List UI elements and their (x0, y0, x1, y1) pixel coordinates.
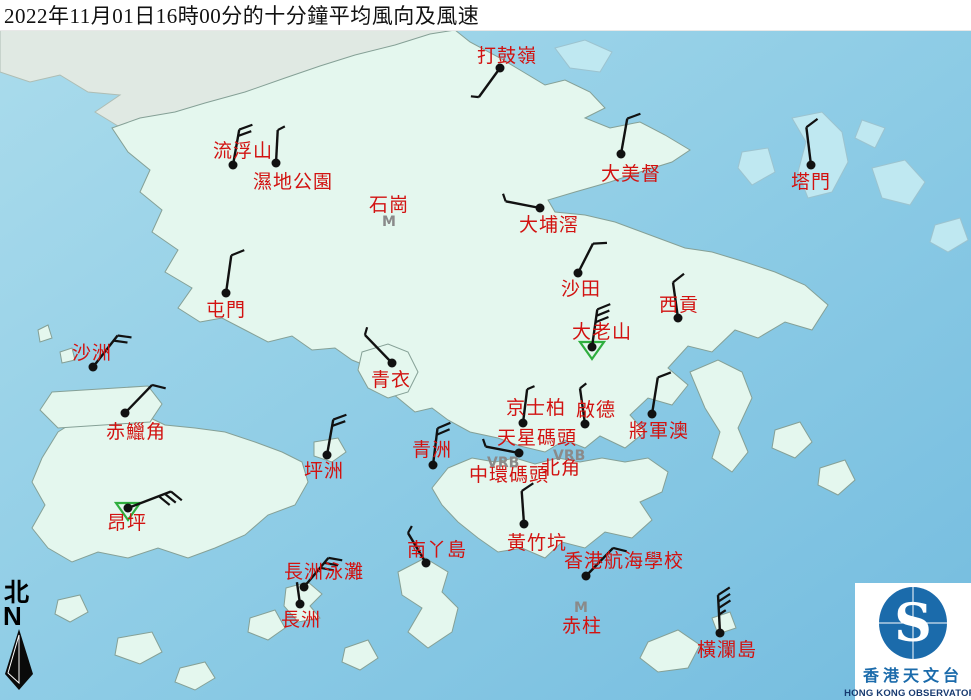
station-label: 大美督 (601, 163, 661, 185)
north-label-en: N (3, 603, 22, 629)
station-dot (272, 159, 281, 168)
station-dot (323, 451, 332, 460)
hko-logo-monogram: S (894, 593, 932, 654)
station-label: 沙洲 (72, 342, 112, 364)
station-label: 長洲 (281, 609, 321, 631)
station-label: 黃竹坑 (507, 532, 567, 554)
station-label: 塔門 (791, 171, 831, 193)
station-label: 啟德 (576, 399, 616, 421)
hko-name-en: HONG KONG OBSERVATORY (844, 688, 971, 699)
station-dot (296, 600, 305, 609)
station-label: 石崗 (369, 194, 409, 216)
map-title: 2022年11月01日16時00分的十分鐘平均風向及風速 (0, 0, 479, 30)
station-dot (121, 409, 130, 418)
station-label: 天星碼頭 (497, 427, 577, 449)
station-label: 昂坪 (107, 512, 147, 534)
station-note: VRB (487, 455, 519, 471)
station-label: 將軍澳 (629, 420, 689, 442)
station-dot (574, 269, 583, 278)
station-label: 香港航海學校 (564, 550, 684, 572)
station-dot (520, 520, 529, 529)
hko-logo-icon: S (855, 583, 971, 661)
station-dot (388, 359, 397, 368)
station-note: M (382, 214, 396, 230)
north-compass: 北 N (2, 580, 42, 691)
station-label: 屯門 (206, 299, 246, 321)
title-bar: 2022年11月01日16時00分的十分鐘平均風向及風速 (0, 0, 971, 31)
wind-barb (593, 243, 607, 244)
wind-barb (471, 96, 479, 97)
wind-map-screen: 打鼓嶺流浮山濕地公園大美督塔門石崗M大埔滘沙田屯門沙洲西貢大老山青衣赤鱲角坪洲京… (0, 0, 971, 700)
station-label: 大老山 (572, 321, 632, 343)
station-dot (588, 343, 597, 352)
station-dot (617, 150, 626, 159)
station-dot (536, 204, 545, 213)
station-label: 青洲 (412, 439, 452, 461)
station-label: 打鼓嶺 (477, 45, 537, 67)
station-label: 坪洲 (304, 460, 344, 482)
hko-logo: S 香港天文台 HONG KONG OBSERVATORY (855, 583, 971, 700)
station-dot (429, 461, 438, 470)
station-dot (582, 572, 591, 581)
station-label: 流浮山 (213, 140, 273, 162)
station-label: 青衣 (371, 369, 411, 391)
station-note: VRB (553, 448, 585, 464)
hko-name-cn: 香港天文台 (863, 662, 963, 686)
station-note: M (574, 600, 588, 616)
station-label: 西貢 (659, 294, 699, 316)
station-label: 大埔滘 (519, 214, 579, 236)
north-arrow-icon (2, 629, 38, 691)
station-dot (300, 583, 309, 592)
station-label: 長洲泳灘 (284, 561, 364, 583)
station-dot (648, 410, 657, 419)
station-label: 赤柱 (562, 615, 602, 637)
station-label: 濕地公園 (253, 171, 333, 193)
station-dot (807, 161, 816, 170)
station-label: 京士柏 (506, 397, 566, 419)
station-dot (716, 629, 725, 638)
station-label: 沙田 (561, 278, 601, 300)
station-label: 赤鱲角 (106, 421, 166, 443)
station-label: 橫瀾島 (697, 639, 757, 661)
station-dot (222, 289, 231, 298)
hong-kong-map: 打鼓嶺流浮山濕地公園大美督塔門石崗M大埔滘沙田屯門沙洲西貢大老山青衣赤鱲角坪洲京… (0, 0, 971, 700)
station-label: 南丫島 (407, 539, 467, 561)
